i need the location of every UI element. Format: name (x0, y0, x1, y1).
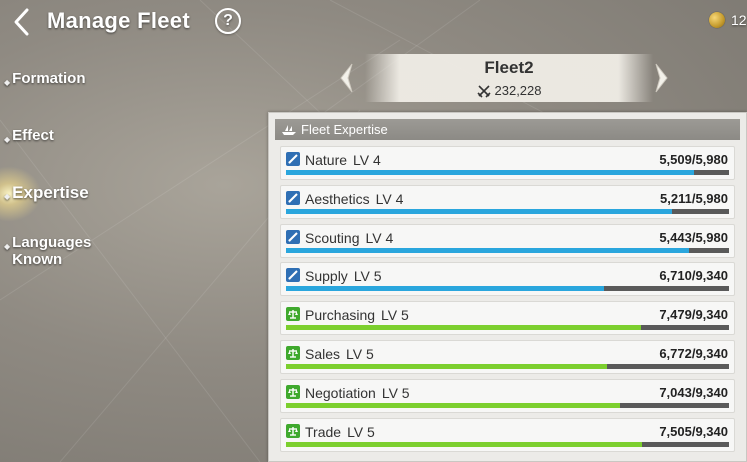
scales-icon (286, 423, 300, 438)
expertise-level: LV 5 (381, 384, 410, 401)
currency-display: 12 (709, 12, 747, 28)
expertise-row[interactable]: Purchasing LV 5 7,479/9,340 (280, 301, 735, 336)
fleet-power: 232,228 (365, 83, 653, 98)
scales-icon (286, 384, 300, 399)
expertise-level: LV 4 (353, 152, 381, 168)
bullet-icon: ◆ (4, 192, 11, 201)
currency-value: 12 (731, 12, 747, 28)
expertise-value: 7,479/9,340 (659, 307, 728, 323)
expertise-label: Purchasing (305, 307, 376, 324)
fleet-expertise-panel: Fleet Expertise Nature LV 4 5,509/5,980 Aes… (268, 112, 747, 462)
bullet-icon: ◆ (4, 78, 11, 87)
expertise-name: Supply LV 5 (305, 268, 382, 284)
progress-fill (286, 170, 694, 175)
progress-fill (286, 208, 672, 214)
panel-title: Fleet Expertise (301, 122, 388, 137)
ship-icon (282, 124, 296, 135)
expertise-name: Negotiation LV 5 (305, 385, 410, 401)
previous-fleet-button[interactable] (336, 62, 358, 94)
progress-bar (286, 325, 729, 331)
expertise-name: Sales LV 5 (305, 346, 374, 362)
expertise-value: 6,710/9,340 (659, 268, 728, 284)
bullet-icon: ◆ (4, 135, 11, 144)
page-title: Manage Fleet (47, 8, 190, 33)
progress-fill (286, 364, 608, 369)
expertise-row[interactable]: Trade LV 5 7,505/9,340 (280, 417, 735, 452)
menu-item-languages-known[interactable]: ◆ Languages Known (4, 234, 112, 268)
progress-fill (286, 441, 643, 447)
expertise-name: Purchasing LV 5 (305, 307, 409, 323)
chevron-right-icon (655, 63, 668, 93)
chevron-left-icon (14, 8, 29, 36)
expertise-row[interactable]: Scouting LV 4 5,443/5,980 (280, 223, 735, 258)
expertise-row[interactable]: Supply LV 5 6,710/9,340 (280, 262, 735, 297)
expertise-level: LV 5 (346, 346, 374, 362)
expertise-name: Nature LV 4 (305, 152, 381, 168)
expertise-level: LV 4 (365, 229, 394, 246)
expertise-level: LV 5 (347, 423, 375, 440)
next-fleet-button[interactable] (650, 62, 672, 94)
expertise-label: Sales (305, 346, 341, 362)
expertise-label: Supply (305, 268, 348, 285)
fleet-power-value: 232,228 (494, 83, 542, 98)
progress-bar (286, 208, 729, 214)
menu-item-effect[interactable]: ◆ Effect (4, 127, 122, 148)
expertise-row[interactable]: Nature LV 4 5,509/5,980 (280, 146, 735, 180)
quill-icon (286, 152, 300, 166)
expertise-label: Trade (305, 423, 342, 440)
expertise-value: 7,505/9,340 (659, 423, 728, 439)
fleet-banner: Fleet2 232,228 (365, 54, 653, 102)
progress-fill (286, 402, 621, 408)
progress-fill (286, 325, 641, 331)
progress-fill (286, 286, 605, 292)
expertise-value: 5,509/5,980 (659, 152, 728, 167)
menu-item-expertise[interactable]: ◆ Expertise (0, 164, 122, 224)
expertise-label: Negotiation (305, 384, 376, 401)
panel-header: Fleet Expertise (275, 119, 740, 140)
progress-bar (286, 286, 729, 292)
expertise-value: 6,772/9,340 (659, 346, 728, 361)
help-icon: ? (223, 12, 233, 29)
expertise-row[interactable]: Negotiation LV 5 7,043/9,340 (280, 378, 735, 413)
menu-item-label: Effect (12, 127, 54, 144)
help-button[interactable]: ? (215, 8, 241, 34)
expertise-name: Scouting LV 4 (305, 230, 393, 246)
scales-icon (286, 346, 300, 360)
expertise-name: Trade LV 5 (305, 424, 375, 440)
expertise-row[interactable]: Aesthetics LV 4 5,211/5,980 (280, 184, 735, 219)
quill-icon (286, 190, 300, 205)
progress-bar (286, 170, 729, 175)
quill-icon (286, 268, 300, 283)
quill-icon (286, 229, 300, 244)
expertise-value: 5,443/5,980 (659, 229, 728, 245)
back-button[interactable] (10, 6, 36, 38)
progress-bar (286, 441, 729, 447)
expertise-value: 5,211/5,980 (660, 190, 728, 206)
chevron-left-icon (340, 63, 353, 93)
menu-item-label: Expertise (12, 183, 89, 202)
menu-item-formation[interactable]: ◆ Formation (4, 70, 122, 91)
expertise-value: 7,043/9,340 (659, 384, 728, 400)
expertise-name: Aesthetics LV 4 (305, 191, 403, 207)
scales-icon (286, 307, 300, 322)
expertise-level: LV 4 (375, 190, 404, 207)
progress-fill (286, 247, 690, 253)
progress-bar (286, 364, 729, 369)
expertise-level: LV 5 (381, 307, 409, 324)
bullet-icon: ◆ (4, 242, 11, 251)
menu-item-label: Languages Known (12, 234, 92, 268)
coin-icon (709, 12, 725, 28)
fleet-name: Fleet2 (484, 58, 534, 77)
menu-item-label: Formation (12, 70, 86, 87)
expertise-label: Aesthetics (305, 190, 370, 207)
progress-bar (286, 402, 729, 408)
expertise-label: Nature (305, 152, 348, 168)
expertise-row[interactable]: Sales LV 5 6,772/9,340 (280, 340, 735, 374)
expertise-level: LV 5 (353, 268, 382, 285)
progress-bar (286, 247, 729, 253)
crossed-swords-icon (476, 84, 491, 98)
expertise-label: Scouting (305, 229, 360, 246)
